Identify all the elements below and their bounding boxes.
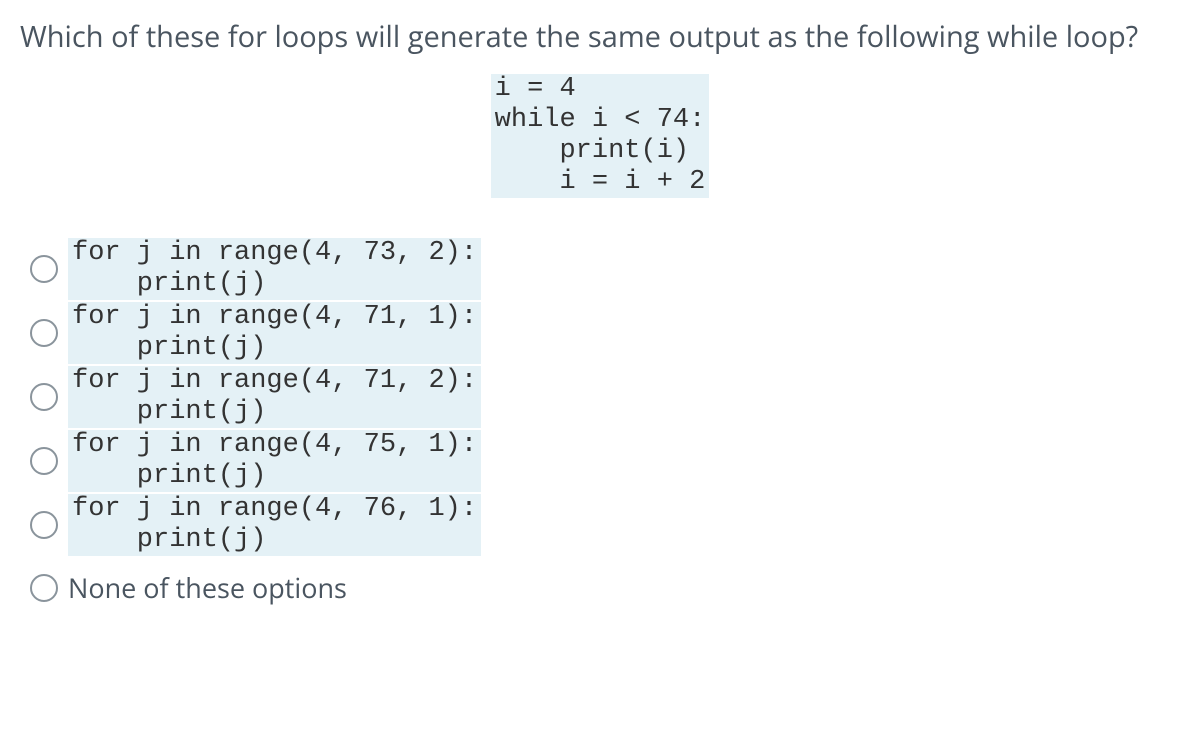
option-5[interactable]: for j in range(4, 76, 1): print(j) <box>30 494 1180 556</box>
radio-icon[interactable] <box>30 383 58 411</box>
option-code: for j in range(4, 76, 1): print(j) <box>68 494 481 556</box>
radio-icon[interactable] <box>30 319 58 347</box>
question-text: Which of these for loops will generate t… <box>20 18 1180 56</box>
option-code: for j in range(4, 71, 1): print(j) <box>68 302 481 364</box>
option-code: for j in range(4, 75, 1): print(j) <box>68 430 481 492</box>
radio-icon[interactable] <box>30 447 58 475</box>
option-6[interactable]: None of these options <box>30 570 1180 605</box>
reference-code: i = 4 while i < 74: print(i) i = i + 2 <box>491 74 710 198</box>
radio-icon[interactable] <box>30 574 58 602</box>
radio-icon[interactable] <box>30 511 58 539</box>
radio-icon[interactable] <box>30 255 58 283</box>
option-code: for j in range(4, 71, 2): print(j) <box>68 366 481 428</box>
option-1[interactable]: for j in range(4, 73, 2): print(j) <box>30 238 1180 300</box>
option-text: None of these options <box>68 570 347 605</box>
option-2[interactable]: for j in range(4, 71, 1): print(j) <box>30 302 1180 364</box>
option-3[interactable]: for j in range(4, 71, 2): print(j) <box>30 366 1180 428</box>
option-4[interactable]: for j in range(4, 75, 1): print(j) <box>30 430 1180 492</box>
reference-code-wrap: i = 4 while i < 74: print(i) i = i + 2 <box>20 74 1180 198</box>
option-code: for j in range(4, 73, 2): print(j) <box>68 238 481 300</box>
options-list: for j in range(4, 73, 2): print(j) for j… <box>20 238 1180 606</box>
